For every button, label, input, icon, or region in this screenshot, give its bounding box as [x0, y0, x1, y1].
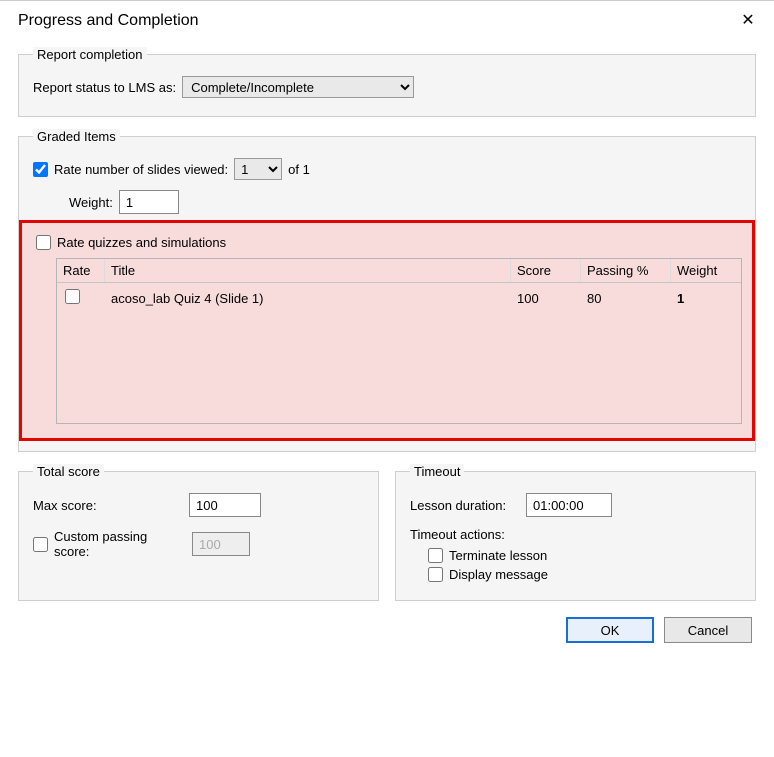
rate-quizzes-label: Rate quizzes and simulations — [57, 235, 226, 250]
report-completion-legend: Report completion — [33, 47, 147, 62]
col-title[interactable]: Title — [105, 259, 511, 282]
row-rate-cell — [57, 283, 105, 313]
max-score-label: Max score: — [33, 498, 183, 513]
dialog: Progress and Completion ✕ Report complet… — [0, 0, 774, 657]
table-header: Rate Title Score Passing % Weight — [57, 259, 741, 283]
rate-slides-select[interactable]: 1 — [234, 158, 282, 180]
max-score-input[interactable] — [189, 493, 261, 517]
table-row[interactable]: acoso_lab Quiz 4 (Slide 1) 100 80 1 — [57, 283, 741, 313]
total-score-legend: Total score — [33, 464, 104, 479]
report-completion-group: Report completion Report status to LMS a… — [18, 47, 756, 117]
terminate-lesson-label: Terminate lesson — [449, 548, 547, 563]
col-passing[interactable]: Passing % — [581, 259, 671, 282]
col-weight[interactable]: Weight — [671, 259, 741, 282]
col-rate[interactable]: Rate — [57, 259, 105, 282]
weight-input[interactable] — [119, 190, 179, 214]
total-score-group: Total score Max score: Custom passing sc… — [18, 464, 379, 601]
content: Report completion Report status to LMS a… — [0, 43, 774, 657]
report-status-select[interactable]: Complete/Incomplete — [182, 76, 414, 98]
timeout-actions-label: Timeout actions: — [410, 527, 741, 542]
cancel-button[interactable]: Cancel — [664, 617, 752, 643]
custom-passing-label: Custom passing score: — [54, 529, 186, 559]
row-score: 100 — [511, 285, 581, 312]
row-passing: 80 — [581, 285, 671, 312]
window-title: Progress and Completion — [18, 12, 199, 30]
rate-slides-checkbox[interactable] — [33, 162, 48, 177]
button-row: OK Cancel — [18, 613, 756, 643]
col-score[interactable]: Score — [511, 259, 581, 282]
timeout-legend: Timeout — [410, 464, 464, 479]
custom-passing-checkbox[interactable] — [33, 537, 48, 552]
table-body: acoso_lab Quiz 4 (Slide 1) 100 80 1 — [57, 283, 741, 423]
report-status-label: Report status to LMS as: — [33, 80, 176, 95]
quizzes-highlight: Rate quizzes and simulations Rate Title … — [19, 220, 755, 441]
timeout-group: Timeout Lesson duration: Timeout actions… — [395, 464, 756, 601]
rate-slides-of: of 1 — [288, 162, 310, 177]
weight-label: Weight: — [69, 195, 113, 210]
lesson-duration-input[interactable] — [526, 493, 612, 517]
titlebar: Progress and Completion ✕ — [0, 1, 774, 43]
display-message-label: Display message — [449, 567, 548, 582]
display-message-checkbox[interactable] — [428, 567, 443, 582]
graded-items-legend: Graded Items — [33, 129, 120, 144]
graded-items-group: Graded Items Rate number of slides viewe… — [18, 129, 756, 452]
row-weight: 1 — [671, 285, 741, 312]
custom-passing-input — [192, 532, 250, 556]
quizzes-table: Rate Title Score Passing % Weight acoso_… — [56, 258, 742, 424]
rate-quizzes-checkbox[interactable] — [36, 235, 51, 250]
row-rate-checkbox[interactable] — [65, 289, 80, 304]
terminate-lesson-checkbox[interactable] — [428, 548, 443, 563]
lesson-duration-label: Lesson duration: — [410, 498, 520, 513]
rate-slides-label: Rate number of slides viewed: — [54, 162, 228, 177]
bottom-row: Total score Max score: Custom passing sc… — [18, 464, 756, 613]
ok-button[interactable]: OK — [566, 617, 654, 643]
close-icon[interactable]: ✕ — [736, 9, 760, 33]
row-title: acoso_lab Quiz 4 (Slide 1) — [105, 285, 511, 312]
